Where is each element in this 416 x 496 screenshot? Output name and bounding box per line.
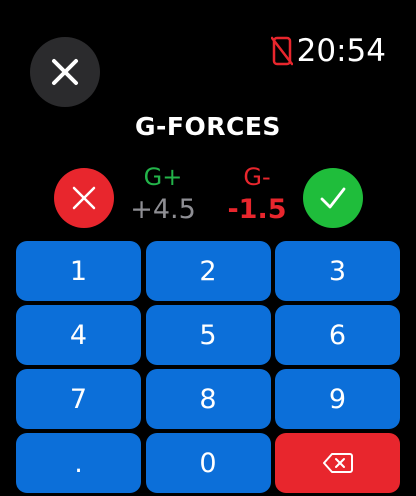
g-plus-group: G+ +4.5 [113, 162, 213, 228]
g-minus-group: G- -1.5 [207, 162, 307, 228]
key-4[interactable]: 4 [16, 305, 141, 365]
key-0[interactable]: 0 [145, 433, 271, 493]
key-1[interactable]: 1 [16, 241, 141, 301]
g-plus-label: G+ [143, 163, 183, 191]
reject-button[interactable] [54, 168, 114, 228]
g-minus-label: G- [243, 163, 271, 191]
key-5[interactable]: 5 [145, 305, 271, 365]
backspace-button[interactable] [275, 433, 400, 493]
status-bar: 20:54 [270, 33, 386, 69]
g-plus-value: +4.5 [130, 194, 196, 225]
page-title: G-FORCES [135, 112, 281, 141]
key-2[interactable]: 2 [145, 241, 271, 301]
keypad: 1 2 3 4 5 6 7 8 9 . 0 [16, 241, 400, 493]
close-icon [50, 57, 80, 87]
close-button[interactable] [30, 37, 100, 107]
checkmark-icon [318, 183, 348, 213]
key-7[interactable]: 7 [16, 369, 141, 429]
key-decimal[interactable]: . [16, 433, 141, 493]
g-minus-value: -1.5 [227, 194, 287, 225]
key-9[interactable]: 9 [275, 369, 400, 429]
phone-disconnected-icon [270, 36, 293, 66]
backspace-icon [322, 452, 353, 474]
key-3[interactable]: 3 [275, 241, 400, 301]
key-6[interactable]: 6 [275, 305, 400, 365]
accept-button[interactable] [303, 168, 363, 228]
key-8[interactable]: 8 [145, 369, 271, 429]
close-icon [71, 185, 97, 211]
clock: 20:54 [296, 33, 386, 69]
